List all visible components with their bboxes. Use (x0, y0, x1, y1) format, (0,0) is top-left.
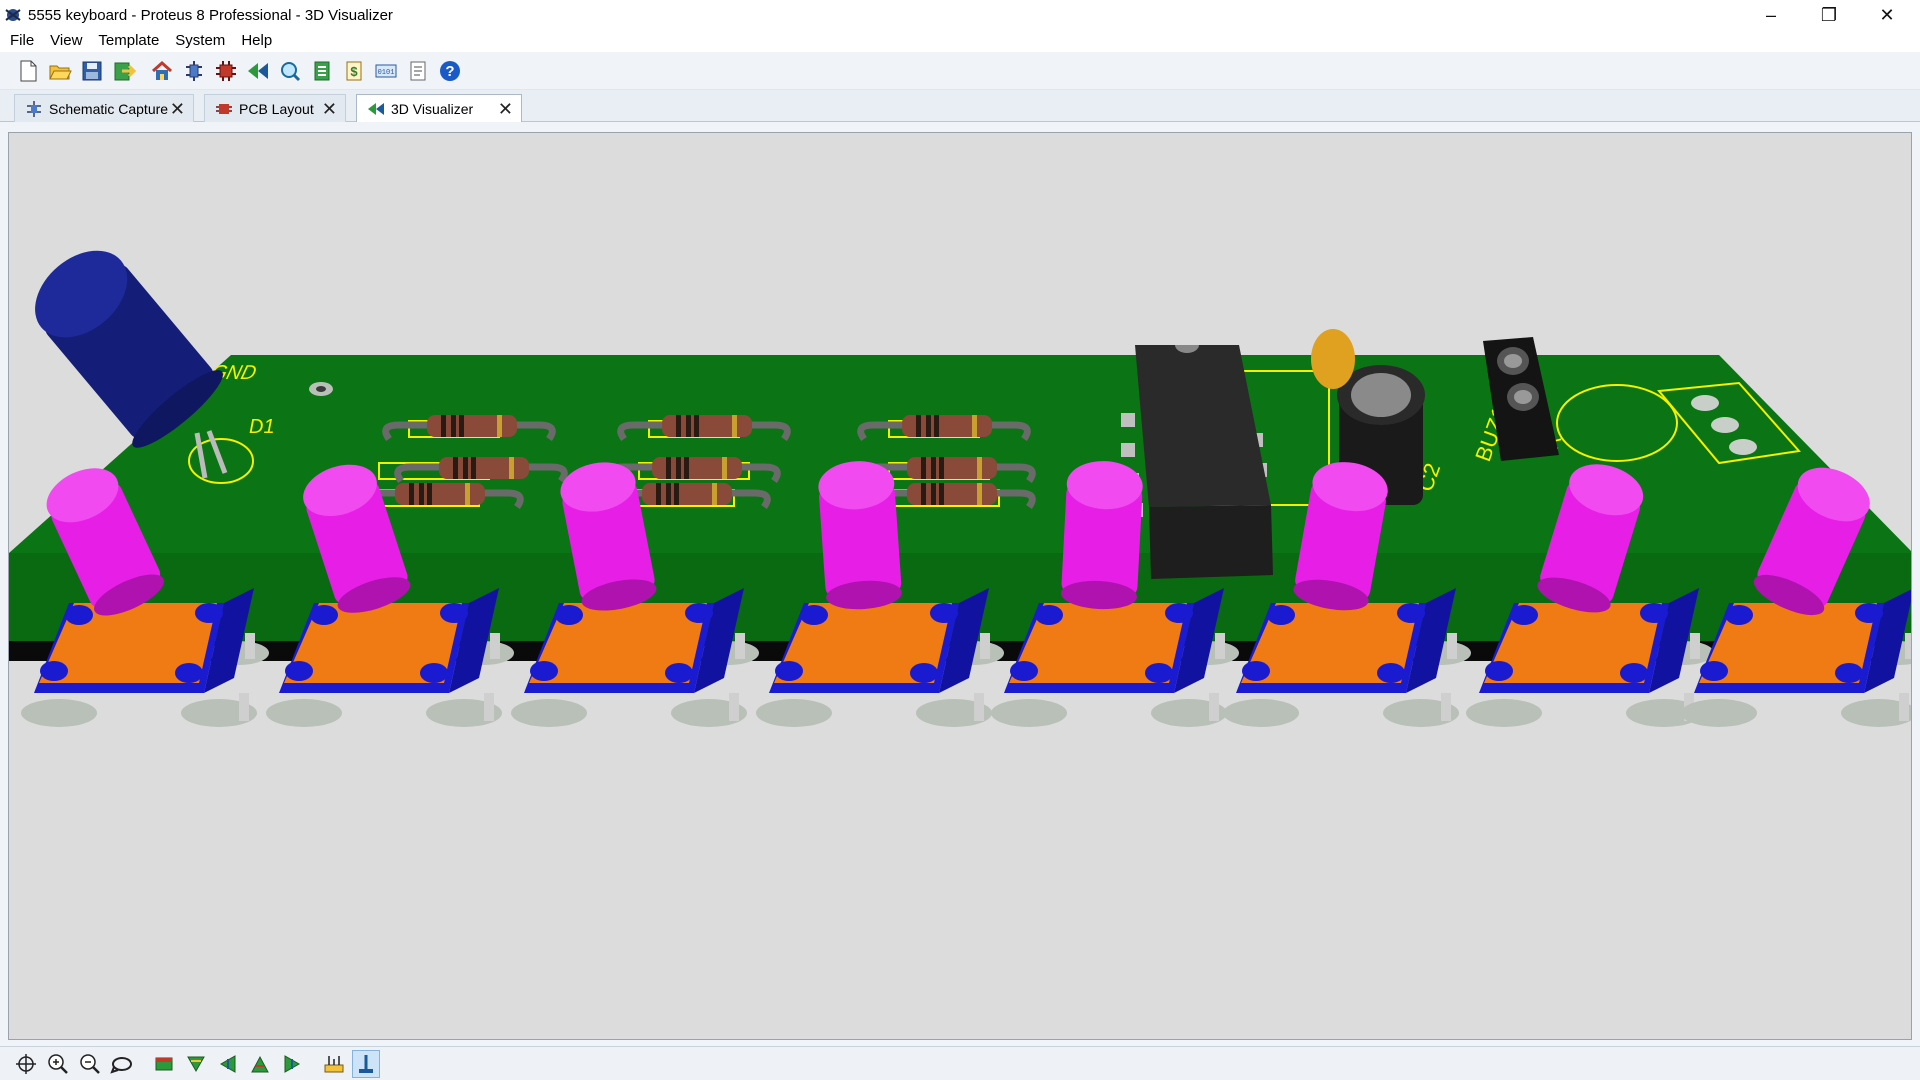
help-icon[interactable]: ? (436, 57, 464, 85)
silk-label-d1: D1 (249, 416, 275, 438)
minimize-button[interactable]: – (1742, 0, 1800, 30)
menu-bar: File View Template System Help (0, 30, 1920, 52)
import-icon[interactable] (110, 57, 138, 85)
menu-file[interactable]: File (2, 30, 42, 52)
height-constraint-icon[interactable] (320, 1050, 348, 1078)
zoom-out-icon[interactable] (76, 1050, 104, 1078)
title-bar: 5555 keyboard - Proteus 8 Professional -… (0, 0, 1920, 30)
document-tabs: Schematic Capture ✕ PCB Layout ✕ 3D Visu… (0, 90, 1920, 123)
main-toolbar: $ 0101 ? (0, 52, 1920, 90)
front-view-icon[interactable] (182, 1050, 210, 1078)
zoom-in-icon[interactable] (44, 1050, 72, 1078)
tab-close-icon[interactable]: ✕ (170, 100, 185, 118)
tab-label: PCB Layout (239, 100, 314, 117)
menu-template[interactable]: Template (90, 30, 167, 52)
vsm-studio-icon[interactable]: 0101 (372, 57, 400, 85)
schematic-icon (27, 100, 41, 117)
resistors (350, 415, 1036, 510)
menu-help[interactable]: Help (233, 30, 280, 52)
led-d1 (35, 250, 228, 479)
notes-icon[interactable] (404, 57, 432, 85)
save-icon[interactable] (78, 57, 106, 85)
svg-text:0101: 0101 (378, 69, 395, 77)
svg-text:$: $ (350, 64, 358, 79)
window-title: 5555 keyboard - Proteus 8 Professional -… (28, 6, 393, 24)
home-icon[interactable] (148, 57, 176, 85)
left-view-icon[interactable] (214, 1050, 242, 1078)
ceramic-capacitor (1311, 329, 1355, 389)
tab-schematic-capture[interactable]: Schematic Capture ✕ (14, 94, 194, 122)
pcb-icon (216, 103, 232, 114)
gerber-viewer-icon[interactable] (276, 57, 304, 85)
proteus-app-icon (5, 9, 21, 21)
new-file-icon[interactable] (14, 57, 42, 85)
3d-viewport[interactable]: +9V GND D1 BUZ1 C2 R (8, 132, 1912, 1040)
close-button[interactable]: ✕ (1858, 0, 1916, 30)
3d-visualizer-icon (368, 103, 384, 115)
restore-button[interactable]: ❐ (1800, 0, 1858, 30)
tab-label: 3D Visualizer (391, 101, 474, 117)
svg-text:?: ? (445, 63, 454, 80)
tab-close-icon[interactable]: ✕ (322, 100, 337, 118)
design-explorer-icon[interactable]: $ (340, 57, 368, 85)
orbit-icon[interactable] (108, 1050, 136, 1078)
pan-icon[interactable] (12, 1050, 40, 1078)
pcb-icon[interactable] (212, 57, 240, 85)
menu-system[interactable]: System (167, 30, 233, 52)
tab-close-icon[interactable]: ✕ (498, 100, 513, 118)
pcb-3d-scene[interactable]: +9V GND D1 BUZ1 C2 R (9, 133, 1912, 1040)
home-view-icon[interactable] (246, 1050, 274, 1078)
3d-visualizer-icon[interactable] (244, 57, 272, 85)
view-toolbar (0, 1046, 1920, 1080)
menu-view[interactable]: View (42, 30, 90, 52)
right-view-icon[interactable] (278, 1050, 306, 1078)
dimension-icon[interactable] (352, 1049, 380, 1078)
schematic-icon[interactable] (180, 57, 208, 85)
tab-pcb-layout[interactable]: PCB Layout ✕ (204, 94, 346, 122)
bom-icon[interactable] (308, 57, 336, 85)
open-folder-icon[interactable] (46, 57, 74, 85)
tab-3d-visualizer[interactable]: 3D Visualizer ✕ (356, 94, 522, 123)
tab-label: Schematic Capture (49, 100, 169, 117)
top-view-icon[interactable] (150, 1050, 178, 1078)
viewport-frame: +9V GND D1 BUZ1 C2 R (0, 122, 1920, 1046)
